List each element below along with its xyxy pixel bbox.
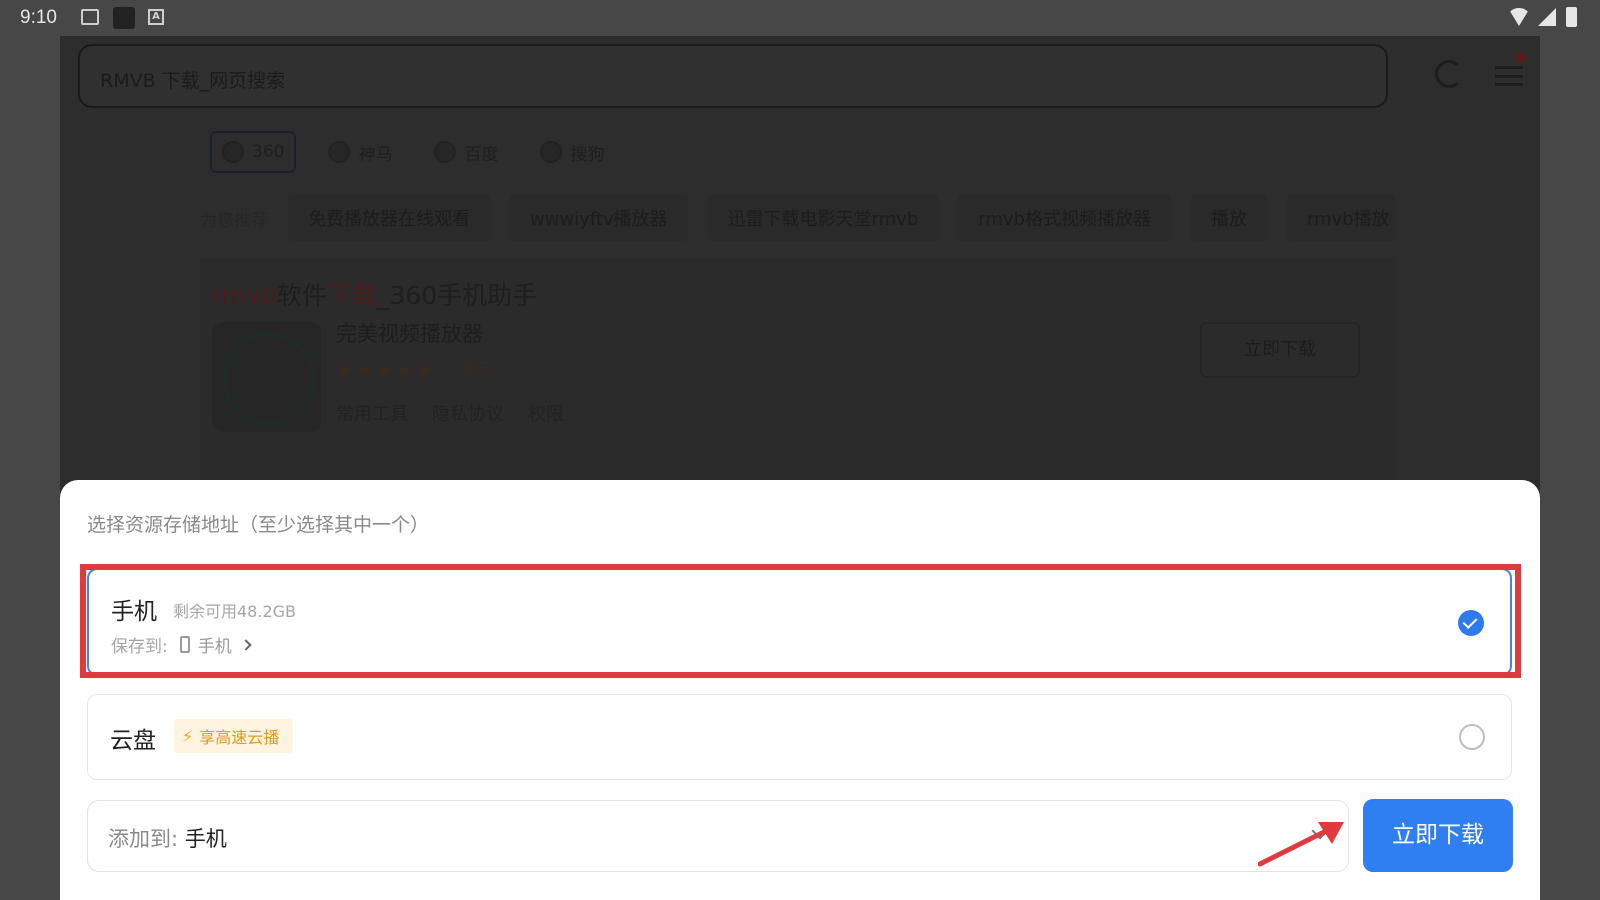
- add-to-dropdown[interactable]: 添加到: 手机: [87, 800, 1349, 872]
- chip[interactable]: 播放: [1190, 195, 1267, 241]
- privacy-link[interactable]: 隐私协议: [432, 400, 504, 426]
- add-to-label: 添加到: 手机: [108, 823, 227, 853]
- battery-icon: [1566, 7, 1577, 27]
- engine-label: 神马: [358, 144, 393, 165]
- cloud-play-badge: ⚡ 享高速云播: [174, 719, 294, 753]
- permissions-link[interactable]: 权限: [528, 400, 564, 426]
- storage-option-cloud[interactable]: 云盘 ⚡ 享高速云播: [87, 694, 1512, 780]
- free-space-text: 剩余可用48.2GB: [173, 602, 297, 621]
- search-result-card: rmvb软件下载_360手机助手 完美视频播放器 ★★★★★ 9.5 常用工具 …: [200, 258, 1395, 518]
- save-path[interactable]: 保存到: 手机: [111, 632, 252, 657]
- unchecked-radio-icon[interactable]: [1459, 724, 1485, 750]
- recommendation-chips: 为您推荐 免费播放器在线观看 wwwiyftv播放器 迅雷下载电影天堂rmvb …: [200, 194, 1395, 242]
- app-notification-icon: [113, 7, 135, 29]
- engine-tab-baidu[interactable]: 百度: [424, 131, 508, 173]
- checked-icon[interactable]: [1458, 610, 1484, 636]
- engine-tab-360[interactable]: 360: [210, 131, 297, 173]
- refresh-icon[interactable]: [1435, 60, 1463, 88]
- engine-tab-shenma[interactable]: 神马: [318, 131, 402, 173]
- search-engine-tabs: 360 神马 百度 搜狗: [210, 131, 614, 173]
- engine-label: 百度: [464, 144, 499, 165]
- 360-logo-icon: [222, 141, 244, 163]
- chip[interactable]: 迅雷下载电影天堂rmvb: [707, 195, 939, 241]
- image-notification-icon: [81, 9, 99, 25]
- chevron-down-icon: [1311, 822, 1329, 840]
- status-time: 9:10: [20, 7, 57, 28]
- download-now-button[interactable]: 立即下载: [1363, 799, 1513, 872]
- sheet-title: 选择资源存储地址（至少选择其中一个）: [87, 514, 430, 536]
- save-path-label: 保存到:: [111, 637, 168, 657]
- result-download-button[interactable]: 立即下载: [1200, 322, 1360, 378]
- storage-selection-sheet: 选择资源存储地址（至少选择其中一个） 手机 剩余可用48.2GB 保存到: 手机…: [60, 480, 1540, 900]
- app-meta: 常用工具 隐私协议 权限: [336, 400, 564, 426]
- chip[interactable]: wwwiyftv播放器: [510, 195, 688, 241]
- shenma-logo-icon: [328, 141, 351, 163]
- sogou-logo-icon: [540, 141, 563, 163]
- option-name: 云盘: [110, 728, 156, 754]
- baidu-logo-icon: [434, 141, 457, 163]
- result-title[interactable]: rmvb软件下载_360手机助手: [212, 276, 537, 312]
- rating-stars: ★★★★★: [336, 358, 436, 382]
- engine-tab-sogou[interactable]: 搜狗: [530, 131, 614, 173]
- recommendation-label: 为您推荐: [200, 210, 268, 231]
- notification-dot: [1515, 53, 1525, 63]
- badge-text: 享高速云播: [199, 728, 280, 747]
- signal-icon: [1538, 8, 1556, 26]
- address-text: RMVB 下载_网页搜索: [100, 70, 286, 92]
- status-bar: 9:10 A: [0, 0, 1600, 36]
- chevron-right-icon: [240, 638, 252, 651]
- chip[interactable]: 免费播放器在线观看: [288, 195, 490, 241]
- storage-option-phone[interactable]: 手机 剩余可用48.2GB 保存到: 手机: [87, 568, 1512, 676]
- engine-label: 搜狗: [570, 144, 605, 165]
- app-logo-icon: [212, 322, 322, 432]
- save-path-value: 手机: [197, 637, 232, 657]
- app-name: 完美视频播放器: [336, 322, 483, 346]
- lightning-icon: ⚡: [182, 726, 194, 746]
- option-name: 手机: [111, 599, 157, 625]
- add-to-label-text: 添加到:: [108, 827, 179, 851]
- phone-icon: [179, 636, 190, 653]
- wifi-icon: [1508, 8, 1530, 26]
- rating-score: 9.5: [462, 359, 491, 380]
- address-bar[interactable]: RMVB 下载_网页搜索: [78, 44, 1388, 108]
- menu-icon[interactable]: [1495, 66, 1523, 86]
- chip[interactable]: rmvb播放: [1286, 195, 1395, 241]
- add-to-value: 手机: [184, 827, 227, 851]
- app-category: 常用工具: [336, 404, 408, 425]
- chip[interactable]: rmvb格式视频播放器: [958, 195, 1171, 241]
- engine-label: 360: [252, 142, 285, 162]
- a-notification-icon: A: [148, 9, 164, 25]
